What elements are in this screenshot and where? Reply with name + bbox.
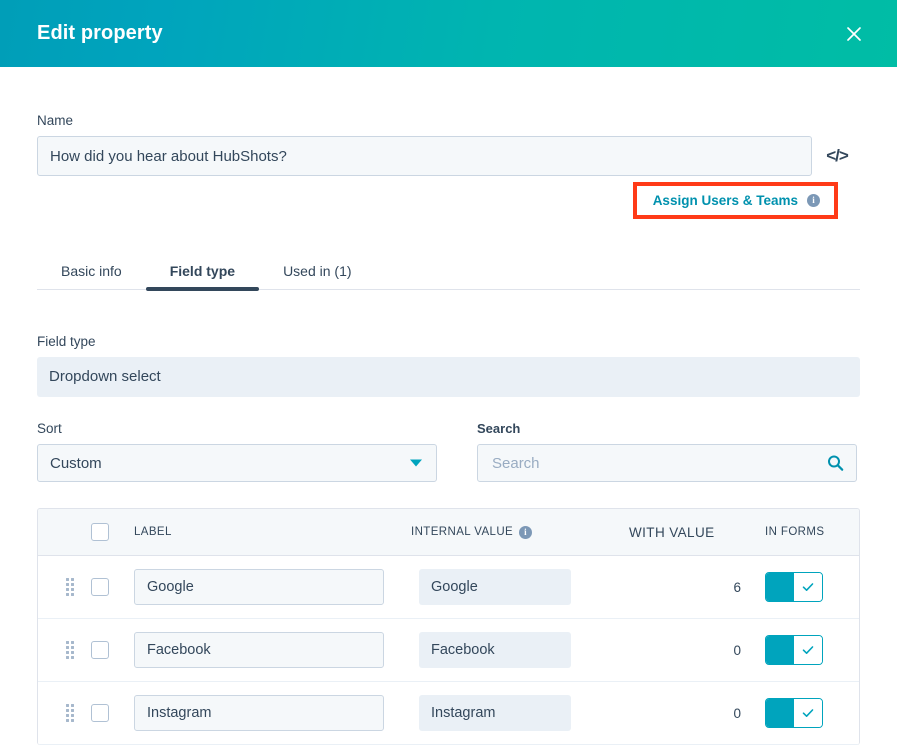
assign-users-teams-link[interactable]: Assign Users & Teams <box>653 193 798 208</box>
row-in-forms-cell <box>741 698 859 728</box>
option-internal-value: Facebook <box>419 632 571 668</box>
row-label-cell <box>126 695 419 731</box>
row-drag-handle-cell <box>38 641 74 659</box>
toggle-check-icon <box>794 573 822 601</box>
assign-users-teams-info-icon[interactable]: i <box>807 194 820 207</box>
row-in-forms-cell <box>741 572 859 602</box>
option-label-input[interactable] <box>134 632 384 668</box>
row-label-cell <box>126 632 419 668</box>
row-label-cell <box>126 569 419 605</box>
column-header-in-forms: IN FORMS <box>765 526 825 538</box>
drag-handle-icon[interactable] <box>66 704 74 722</box>
internal-value-info-icon[interactable]: i <box>519 525 533 539</box>
controls-row: Sort Custom Search <box>37 421 860 482</box>
name-row: </> <box>37 136 860 176</box>
sort-select[interactable]: Custom <box>37 444 437 482</box>
toggle-check-icon <box>794 636 822 664</box>
close-icon <box>847 26 861 41</box>
options-table: LABEL INTERNAL VALUE i WITH VALUE IN FOR… <box>37 508 860 745</box>
code-snippet-icon[interactable]: </> <box>824 143 850 169</box>
select-all-checkbox-cell <box>74 523 126 541</box>
table-row: Instagram 0 <box>38 682 859 745</box>
name-section: Name </> <box>37 67 860 176</box>
in-forms-toggle[interactable] <box>765 635 823 665</box>
options-table-header: LABEL INTERNAL VALUE i WITH VALUE IN FOR… <box>38 509 859 556</box>
row-checkbox-cell <box>74 641 126 659</box>
toggle-knob <box>766 699 794 727</box>
option-with-value-count: 0 <box>733 642 741 658</box>
row-internal-value-cell: Facebook <box>419 632 629 668</box>
column-header-internal-value: INTERNAL VALUE i <box>411 525 621 539</box>
field-type-label: Field type <box>37 334 96 349</box>
chevron-down-icon <box>410 459 422 467</box>
in-forms-toggle[interactable] <box>765 698 823 728</box>
search-control: Search <box>477 421 857 482</box>
page-title: Edit property <box>37 22 163 44</box>
table-row: Google 6 <box>38 556 859 619</box>
field-type-section: Field type Dropdown select <box>37 334 860 397</box>
in-forms-toggle[interactable] <box>765 572 823 602</box>
field-type-value: Dropdown select <box>37 357 860 397</box>
modal-body: Name </> Assign Users & Teams i Basic in… <box>0 67 897 745</box>
row-checkbox[interactable] <box>91 704 109 722</box>
option-internal-value: Instagram <box>419 695 571 731</box>
assign-users-teams-highlight: Assign Users & Teams i <box>632 182 838 219</box>
option-label-input[interactable] <box>134 695 384 731</box>
close-button[interactable] <box>837 17 871 51</box>
name-label: Name <box>37 113 74 128</box>
row-in-forms-cell <box>741 635 859 665</box>
toggle-knob <box>766 636 794 664</box>
option-label-input[interactable] <box>134 569 384 605</box>
row-checkbox-cell <box>74 704 126 722</box>
column-header-label: LABEL <box>134 526 172 538</box>
select-all-checkbox[interactable] <box>91 523 109 541</box>
row-checkbox[interactable] <box>91 641 109 659</box>
assign-users-teams-row: Assign Users & Teams i <box>37 182 860 219</box>
name-input[interactable] <box>37 136 812 176</box>
column-header-with-value: WITH VALUE <box>629 524 715 540</box>
row-checkbox[interactable] <box>91 578 109 596</box>
tab-basic-info[interactable]: Basic info <box>37 264 146 289</box>
sort-label: Sort <box>37 421 62 436</box>
search-input[interactable] <box>490 453 844 473</box>
search-box[interactable] <box>477 444 857 482</box>
row-internal-value-cell: Google <box>419 569 629 605</box>
toggle-knob <box>766 573 794 601</box>
option-with-value-count: 0 <box>733 705 741 721</box>
drag-handle-icon[interactable] <box>66 641 74 659</box>
sort-control: Sort Custom <box>37 421 437 482</box>
row-checkbox-cell <box>74 578 126 596</box>
row-internal-value-cell: Instagram <box>419 695 629 731</box>
option-internal-value: Google <box>419 569 571 605</box>
drag-handle-icon[interactable] <box>66 578 74 596</box>
column-header-internal-value-text: INTERNAL VALUE <box>411 526 514 538</box>
search-icon[interactable] <box>827 455 844 472</box>
sort-select-value: Custom <box>50 454 102 472</box>
row-drag-handle-cell <box>38 578 74 596</box>
option-with-value-count: 6 <box>733 579 741 595</box>
tab-bar: Basic info Field type Used in (1) <box>37 247 860 291</box>
table-row: Facebook 0 <box>38 619 859 682</box>
search-label: Search <box>477 421 521 436</box>
modal-header: Edit property <box>0 0 897 67</box>
tab-used-in[interactable]: Used in (1) <box>259 264 375 289</box>
row-drag-handle-cell <box>38 704 74 722</box>
tab-field-type[interactable]: Field type <box>145 264 260 291</box>
toggle-check-icon <box>794 699 822 727</box>
